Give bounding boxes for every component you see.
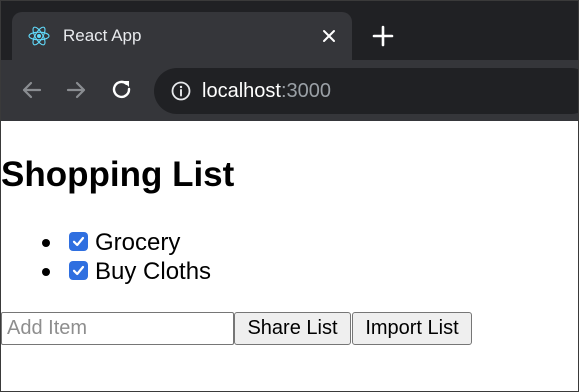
import-list-button[interactable]: Import List [352,312,472,345]
url-port: :3000 [280,80,331,102]
plus-icon[interactable] [370,23,396,49]
browser-window: React App localhost:3000 Shopping List G… [0,0,579,392]
item-label: Grocery [95,229,181,256]
item-checkbox[interactable] [69,232,88,251]
react-logo-icon [28,25,50,47]
tab-react-app[interactable]: React App [12,12,352,60]
tab-title: React App [63,26,142,45]
tab-strip: React App [1,1,578,60]
url-host: localhost [202,80,281,102]
list-item: Buy Cloths [1,258,261,287]
shopping-list: Grocery Buy Cloths [1,229,261,287]
item-label: Buy Cloths [95,258,212,285]
share-list-button[interactable]: Share List [234,312,351,345]
info-icon[interactable] [170,80,192,102]
list-item: Grocery [1,229,261,258]
bullet [42,239,50,247]
browser-toolbar: localhost:3000 [1,60,578,121]
address-bar[interactable]: localhost:3000 [154,68,578,114]
bullet [42,268,50,276]
page-content: Shopping List Grocery Buy Cloths Add Ite… [1,121,578,391]
page-title: Shopping List [1,155,235,194]
item-checkbox[interactable] [69,261,88,280]
reload-icon[interactable] [109,77,135,103]
close-icon[interactable] [318,25,340,47]
arrow-right-icon[interactable] [63,77,89,103]
arrow-left-icon[interactable] [19,77,45,103]
add-item-input[interactable] [1,312,234,345]
url-text: localhost:3000 [202,79,331,103]
